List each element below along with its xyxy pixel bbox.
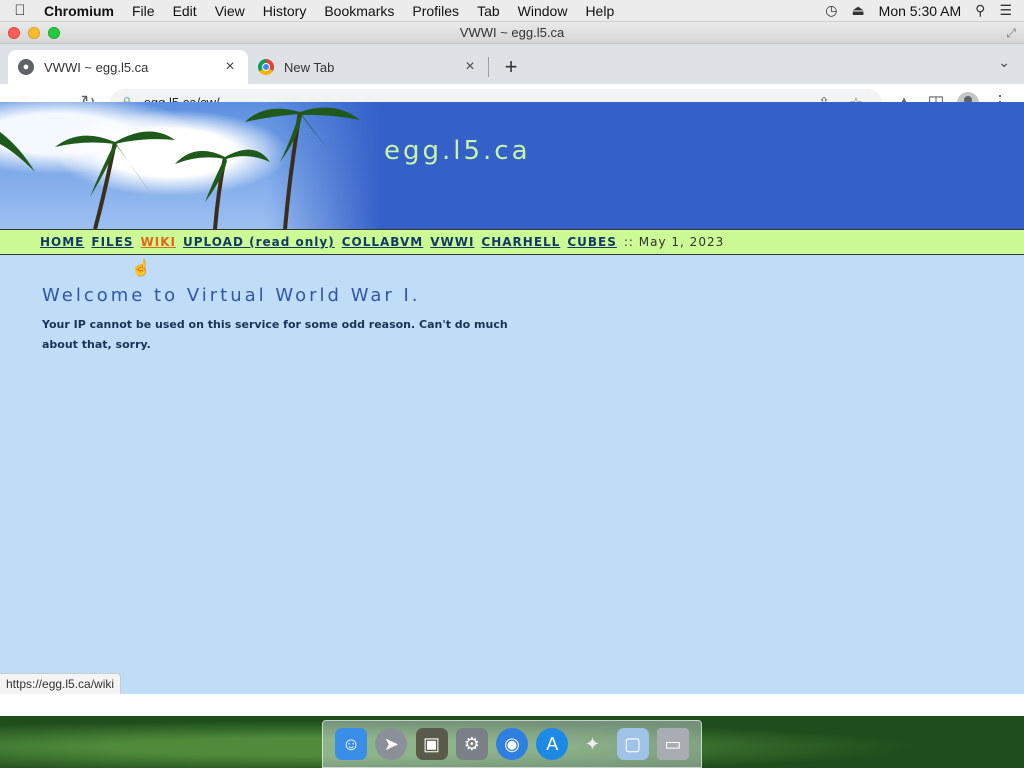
apple-menu-icon[interactable]:  bbox=[0, 2, 40, 19]
main-content: Welcome to Virtual World War I. Your IP … bbox=[0, 255, 1024, 385]
globe-icon: ● bbox=[18, 59, 34, 75]
menu-history[interactable]: History bbox=[254, 3, 316, 19]
tab-close-icon[interactable]: × bbox=[462, 58, 478, 76]
window-titlebar: VWWI ~ egg.l5.ca ⤢ bbox=[0, 22, 1024, 44]
finder-icon[interactable]: ☺ bbox=[335, 728, 368, 760]
page-heading: Welcome to Virtual World War I. bbox=[42, 285, 421, 306]
menu-edit[interactable]: Edit bbox=[164, 3, 206, 19]
chromium-icon[interactable]: ◉ bbox=[495, 728, 528, 760]
menu-bookmarks[interactable]: Bookmarks bbox=[315, 3, 403, 19]
downloads-folder-icon[interactable]: ▢ bbox=[616, 728, 649, 760]
hand-pointer-cursor-icon: ☝ bbox=[131, 260, 151, 277]
launchpad-icon[interactable]: ➤ bbox=[375, 728, 408, 760]
tab-strip: ● VWWI ~ egg.l5.ca × New Tab × + ⌄ bbox=[0, 44, 1024, 84]
photo-browser-icon[interactable]: ▣ bbox=[415, 728, 448, 760]
dock: ☺ ➤ ▣ ⚙ ◉ A ✦ ▢ ▭ bbox=[322, 720, 702, 768]
fullscreen-icon[interactable]: ⤢ bbox=[1006, 22, 1016, 44]
site-banner: egg.l5.ca bbox=[0, 102, 1024, 229]
window-minimize-button[interactable] bbox=[28, 27, 40, 39]
menu-profiles[interactable]: Profiles bbox=[403, 3, 468, 19]
app-store-icon[interactable]: A bbox=[536, 728, 569, 760]
nav-upload-link[interactable]: UPLOAD (read only) bbox=[183, 235, 335, 249]
nav-collabvm-link[interactable]: COLLABVM bbox=[342, 235, 423, 249]
web-page: egg.l5.ca HOME FILES WIKI UPLOAD (read o… bbox=[0, 102, 1024, 694]
window-close-button[interactable] bbox=[8, 27, 20, 39]
time-machine-icon[interactable]: ◷ bbox=[825, 2, 837, 19]
nav-files-link[interactable]: FILES bbox=[91, 235, 133, 249]
eject-icon[interactable]: ⏏ bbox=[851, 2, 864, 19]
menu-bar:  Chromium File Edit View History Bookma… bbox=[0, 0, 1024, 22]
system-preferences-icon[interactable]: ⚙ bbox=[455, 728, 488, 760]
nav-date: :: May 1, 2023 bbox=[623, 235, 725, 249]
palm-trees-drawing bbox=[0, 107, 360, 229]
menu-tab[interactable]: Tab bbox=[468, 3, 509, 19]
nav-cubes-link[interactable]: CUBES bbox=[567, 235, 617, 249]
trash-icon[interactable]: ▭ bbox=[656, 728, 689, 760]
tab-label: VWWI ~ egg.l5.ca bbox=[44, 59, 149, 75]
menu-file[interactable]: File bbox=[123, 3, 164, 19]
nav-vwwi-link[interactable]: VWWI bbox=[430, 235, 474, 249]
menu-window[interactable]: Window bbox=[509, 3, 577, 19]
menu-app-name[interactable]: Chromium bbox=[40, 3, 123, 19]
site-nav: HOME FILES WIKI UPLOAD (read only) COLLA… bbox=[0, 229, 1024, 255]
notification-center-icon[interactable]: ☰ bbox=[999, 2, 1012, 19]
nav-home-link[interactable]: HOME bbox=[40, 235, 84, 249]
tab-new-tab[interactable]: New Tab × bbox=[248, 50, 488, 84]
feather-app-icon[interactable]: ✦ bbox=[576, 728, 608, 760]
new-tab-button[interactable]: + bbox=[497, 50, 525, 84]
tab-close-icon[interactable]: × bbox=[222, 58, 238, 76]
menu-help[interactable]: Help bbox=[576, 3, 623, 19]
window-title: VWWI ~ egg.l5.ca bbox=[459, 25, 565, 40]
tab-vwwi[interactable]: ● VWWI ~ egg.l5.ca × bbox=[8, 50, 248, 84]
nav-charhell-link[interactable]: CHARHELL bbox=[481, 235, 560, 249]
status-bar-url: https://egg.l5.ca/wiki bbox=[0, 673, 122, 694]
site-title: egg.l5.ca bbox=[384, 136, 531, 166]
nav-wiki-link[interactable]: WIKI bbox=[141, 235, 176, 249]
tab-label: New Tab bbox=[284, 59, 335, 75]
palm-trees-image bbox=[0, 102, 380, 229]
error-message: Your IP cannot be used on this service f… bbox=[42, 318, 508, 351]
chromium-icon bbox=[258, 59, 274, 75]
tab-search-chevron-down-icon[interactable]: ⌄ bbox=[998, 54, 1010, 71]
spotlight-search-icon[interactable]: ⚲ bbox=[975, 2, 985, 19]
menu-clock[interactable]: Mon 5:30 AM bbox=[879, 3, 962, 19]
menu-view[interactable]: View bbox=[206, 3, 254, 19]
window-maximize-button[interactable] bbox=[48, 27, 60, 39]
tab-separator bbox=[488, 57, 489, 77]
